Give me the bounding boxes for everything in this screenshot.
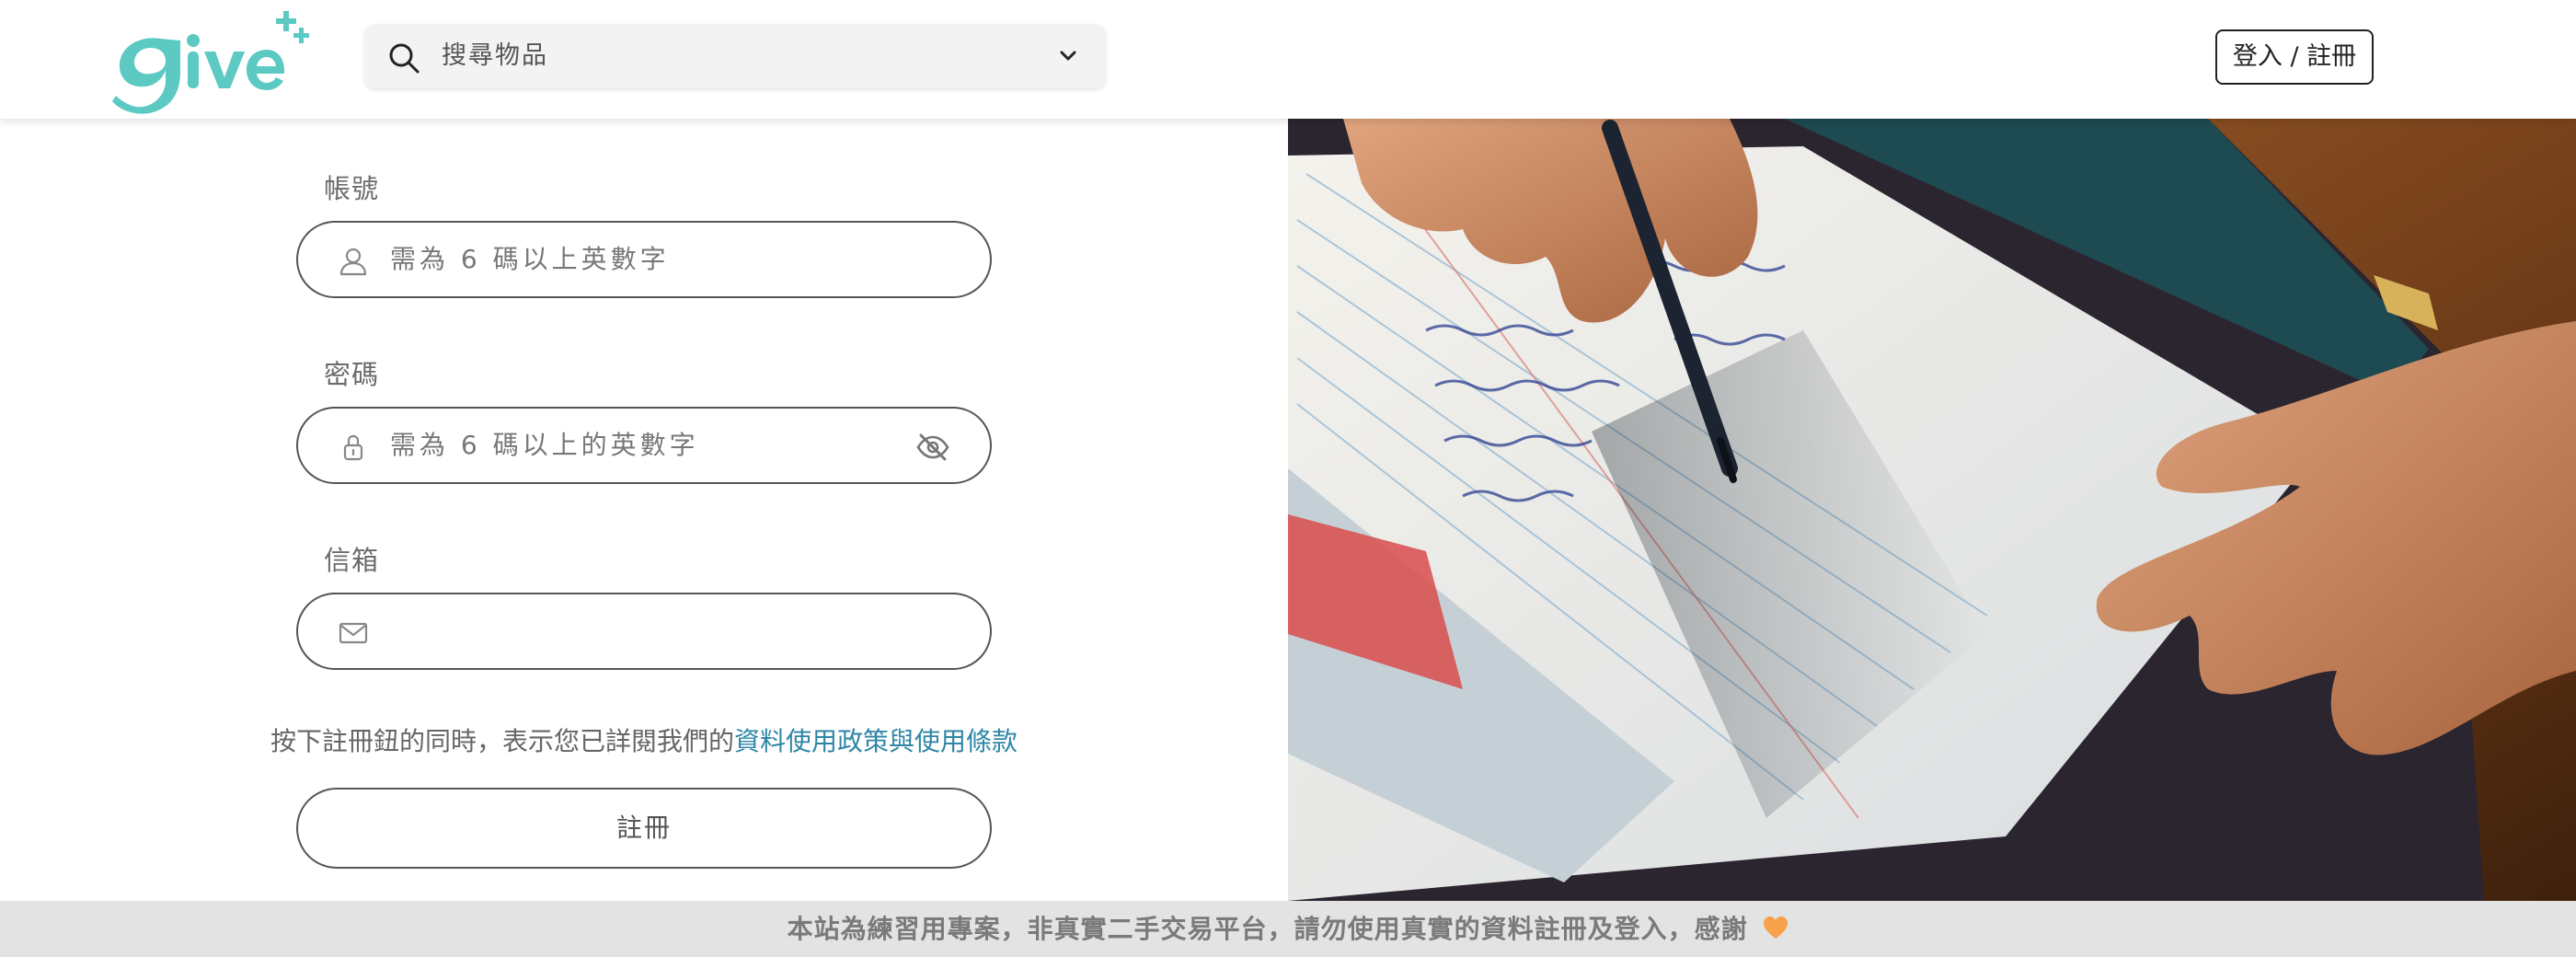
terms-link[interactable]: 資料使用政策與使用條款	[734, 726, 1018, 756]
account-field[interactable]: 需為 6 碼以上英數字	[296, 221, 992, 298]
register-button[interactable]: 註冊	[296, 788, 992, 869]
give-logo[interactable]	[109, 7, 311, 116]
disclaimer-text: 本站為練習用專案，非真實二手交易平台，請勿使用真實的資料註冊及登入，感謝	[787, 914, 1748, 944]
search-bar[interactable]: 搜尋物品	[364, 24, 1106, 88]
disclaimer-banner: 本站為練習用專案，非真實二手交易平台，請勿使用真實的資料註冊及登入，感謝	[0, 901, 2576, 957]
terms-text: 按下註冊鈕的同時，表示您已詳閱我們的	[270, 726, 734, 756]
user-icon	[339, 248, 367, 276]
account-label: 帳號	[324, 173, 380, 204]
lock-icon	[343, 434, 363, 461]
search-input[interactable]: 搜尋物品	[442, 24, 548, 88]
password-input[interactable]: 需為 6 碼以上的英數字	[390, 409, 699, 482]
mail-icon	[339, 622, 368, 644]
email-field[interactable]	[296, 593, 992, 670]
email-label: 信箱	[324, 545, 380, 576]
account-input[interactable]: 需為 6 碼以上英數字	[390, 223, 670, 296]
eye-off-icon[interactable]	[916, 432, 949, 462]
hero-photo-writing-notebook	[1288, 119, 2576, 901]
search-icon[interactable]	[388, 42, 420, 74]
give-logo-icon	[112, 11, 309, 114]
site-header: 搜尋物品 登入 / 註冊	[0, 0, 2576, 119]
password-field[interactable]: 需為 6 碼以上的英數字	[296, 407, 992, 484]
chevron-down-icon[interactable]	[1058, 48, 1078, 64]
orange-heart-icon	[1764, 917, 1788, 939]
password-label: 密碼	[324, 359, 380, 390]
terms-notice: 按下註冊鈕的同時，表示您已詳閱我們的資料使用政策與使用條款	[0, 721, 1288, 758]
login-register-button[interactable]: 登入 / 註冊	[2215, 29, 2374, 85]
